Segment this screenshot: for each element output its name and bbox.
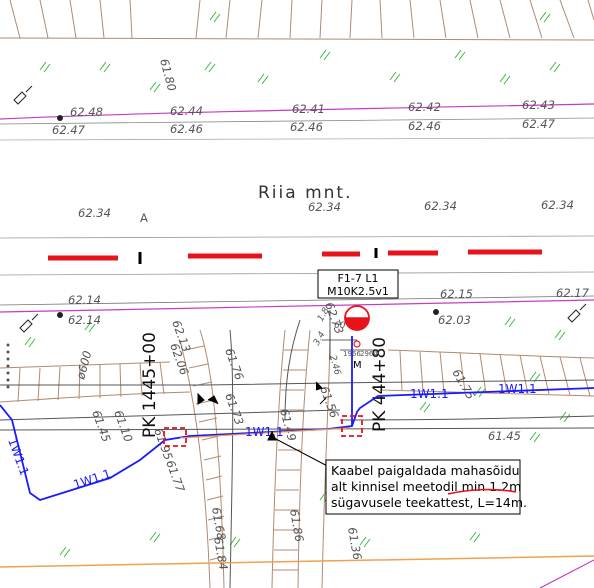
elev-label: 62.42 xyxy=(408,100,441,114)
elev-label: 62.48 xyxy=(70,105,103,119)
elev-label: 62.03 xyxy=(438,313,471,327)
tree-label: ø600 xyxy=(73,349,94,382)
road-edge-top-2 xyxy=(0,137,594,141)
cable-label: 1W1.1 xyxy=(5,436,31,477)
pole-symbol xyxy=(13,85,33,105)
elev-label: 61.75 xyxy=(449,367,478,403)
elev-label: 62.46 xyxy=(408,119,441,133)
elev-label: 61.56 xyxy=(317,384,341,420)
road-edge-mid xyxy=(0,235,594,239)
elev-label: 62.44 xyxy=(170,104,203,118)
elev-label: 62.14 xyxy=(68,293,101,307)
elev-label: 61.45 xyxy=(488,429,521,443)
note-line1: Kaabel paigaldada mahasõidu xyxy=(331,463,520,478)
elev-label: 61.86 xyxy=(287,508,307,543)
pole-marker: M xyxy=(353,360,362,371)
elev-label: 62.43 xyxy=(522,98,555,112)
elev-label: 62.41 xyxy=(292,102,325,116)
elev-label: 61.80 xyxy=(157,57,179,92)
elev-label: 61.45 xyxy=(89,408,113,444)
note-line3: sügavusele teekattest, L=14m. xyxy=(331,495,527,510)
elev-label: 61.73 xyxy=(222,391,246,427)
elev-label: 61.36 xyxy=(345,526,365,561)
elev-label: 62.34 xyxy=(78,206,111,220)
point-marker xyxy=(433,309,439,315)
dim-label: 3.4 xyxy=(312,330,328,348)
elev-label: 62.17 xyxy=(556,286,590,300)
road-centreline xyxy=(48,249,542,261)
street-marker: A xyxy=(140,211,148,225)
elev-label: 62.34 xyxy=(308,200,341,214)
cable-label: 1W1.1 xyxy=(410,387,449,401)
map-canvas: 62.48 62.44 62.41 62.42 62.43 62.47 62.4… xyxy=(0,0,594,588)
point-marker xyxy=(57,115,63,121)
pk-label-left: PK 1445+00 xyxy=(140,332,160,438)
pole-label-line2: M10K2.5v1 xyxy=(327,285,389,298)
road-edge-low xyxy=(0,271,594,276)
cable-label: 1W1.1 xyxy=(245,425,284,439)
elev-label: 62.47 xyxy=(522,117,556,131)
cable-label: 1W1.1 xyxy=(72,467,113,492)
elev-label: 62.14 xyxy=(68,313,101,327)
pole-label-line1: F1-7 L1 xyxy=(338,272,379,285)
elev-label: 61.77 xyxy=(163,458,188,494)
top-embankment-hatching xyxy=(0,0,594,41)
note-line2: alt kinnisel meetodil min 1.2m xyxy=(331,479,521,494)
elev-label: 61.10 xyxy=(111,408,135,444)
elevations-road: 62.34 62.34 62.34 62.34 xyxy=(78,198,574,220)
cable-label: 1W1.1 xyxy=(498,382,537,396)
elev-label: 62.47 xyxy=(52,123,86,137)
elev-label: 61.84 xyxy=(211,536,231,571)
elevations-top: 62.48 62.44 62.41 62.42 62.43 62.47 62.4… xyxy=(52,57,556,137)
elev-label: 62.46 xyxy=(170,122,203,136)
elev-label: 61.76 xyxy=(222,346,246,382)
elev-label: 62.46 xyxy=(290,120,323,134)
pole-symbol xyxy=(19,303,587,333)
elev-label: 62.34 xyxy=(541,198,574,212)
point-marker xyxy=(57,312,63,318)
magenta-boundary-low xyxy=(539,559,594,588)
dim-label: 60 xyxy=(334,321,346,331)
fence-dots xyxy=(6,343,10,389)
dim-label: 2964 xyxy=(360,350,378,358)
electric-pole-symbol xyxy=(344,305,370,348)
elev-label: 62.15 xyxy=(440,287,473,301)
elev-label: 62.34 xyxy=(424,199,457,213)
dim-label: 1966 xyxy=(343,350,361,358)
gas-line xyxy=(0,555,594,568)
